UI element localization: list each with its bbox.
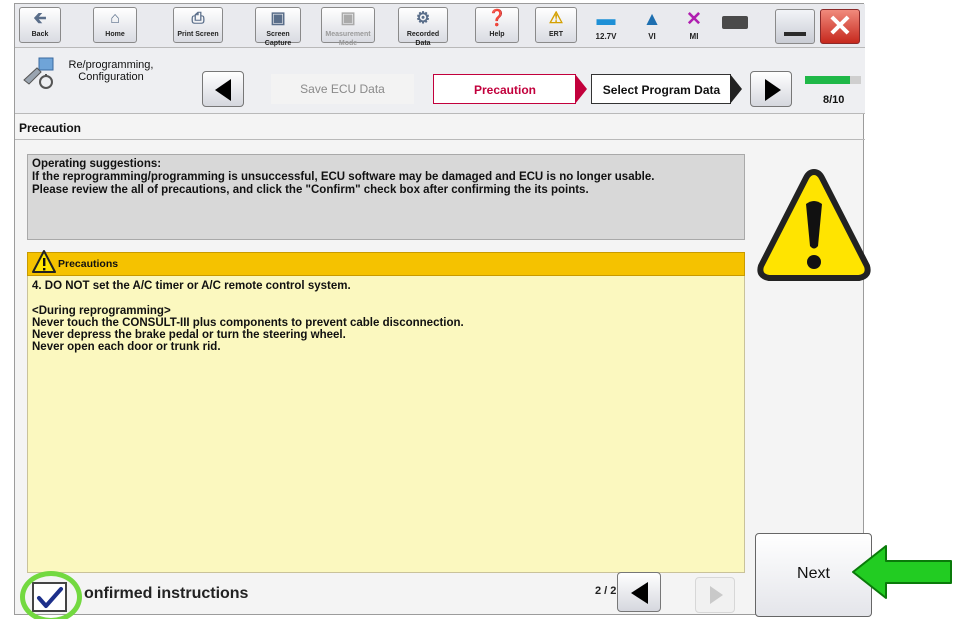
- precaution-section: <During reprogramming>: [32, 305, 171, 317]
- progress-text: 8/10: [823, 94, 845, 106]
- precaution-line: Never touch the CONSULT-III plus compone…: [32, 317, 464, 329]
- help-icon: ❓: [487, 10, 507, 27]
- confirm-label: onfirmed instructions: [84, 585, 249, 602]
- step-next-tip: [730, 74, 742, 104]
- battery-icon: [722, 16, 748, 29]
- divider: [15, 139, 865, 140]
- step-save-ecu-data: Save ECU Data: [271, 74, 414, 104]
- camera-icon: ▣: [270, 10, 286, 27]
- arrow-right-icon: [710, 586, 723, 604]
- suggestions-line-2: Please review the all of precautions, an…: [32, 184, 589, 196]
- arrow-left-icon: [215, 79, 231, 101]
- battery-voltage-status: ▬ 12.7V: [589, 8, 623, 42]
- operating-suggestions: Operating suggestions: If the reprogramm…: [27, 154, 745, 240]
- warning-small-icon: [32, 250, 56, 273]
- suggestions-heading: Operating suggestions:: [32, 158, 162, 170]
- progress-bar: [805, 76, 861, 84]
- precaution-line: Never open each door or trunk rid.: [32, 341, 221, 353]
- warning-icon: ⚠: [548, 10, 564, 27]
- car-icon: ▬: [596, 9, 616, 30]
- close-button[interactable]: ✕: [820, 9, 860, 44]
- highlight-ring: [20, 571, 82, 619]
- help-button[interactable]: ❓ Help: [475, 7, 519, 43]
- ert-button[interactable]: ⚠ ERT: [535, 7, 577, 43]
- back-arrow-icon: 🡰: [33, 10, 47, 27]
- minimize-button[interactable]: [775, 9, 815, 44]
- signal-icon: ▲: [642, 9, 662, 30]
- step-precaution: Precaution: [433, 74, 576, 104]
- precaution-line: Never depress the brake pedal or turn th…: [32, 329, 346, 341]
- arrow-right-icon: [765, 79, 781, 101]
- page-prev-button[interactable]: [617, 572, 661, 612]
- warning-triangle-icon: [757, 169, 871, 281]
- pointer-arrow-icon: [852, 545, 952, 599]
- disconnected-x-icon: ✕: [686, 9, 702, 30]
- precautions-header: Precautions: [27, 250, 745, 276]
- precautions-body: 4. DO NOT set the A/C timer or A/C remot…: [27, 276, 745, 573]
- back-button[interactable]: 🡰 Back: [19, 7, 61, 43]
- measurement-mode-button[interactable]: ▣ Measurement Mode: [321, 7, 375, 47]
- page-next-button[interactable]: [695, 577, 735, 613]
- arrow-left-icon: [631, 582, 648, 604]
- reprogramming-icon: [23, 57, 54, 89]
- recorded-data-icon: ⚙: [415, 10, 431, 27]
- progress-fill: [805, 76, 850, 84]
- screen-capture-button[interactable]: ▣ Screen Capture: [255, 7, 301, 47]
- vi-status: ▲ VI: [635, 8, 669, 42]
- step-back-button[interactable]: [202, 71, 244, 107]
- step-select-program-data: Select Program Data: [591, 74, 731, 104]
- minimize-icon: [784, 32, 806, 36]
- recorded-data-button[interactable]: ⚙ Recorded Data: [398, 7, 448, 47]
- mi-status: ✕ MI: [677, 8, 711, 42]
- precautions-header-label: Precautions: [58, 258, 119, 270]
- page-title: Precaution: [19, 121, 82, 135]
- step-forward-button[interactable]: [750, 71, 792, 107]
- measurement-icon: ▣: [340, 10, 356, 27]
- home-icon: ⌂: [110, 10, 120, 27]
- print-screen-button[interactable]: ⎙ Print Screen: [173, 7, 223, 43]
- printer-icon: ⎙: [191, 10, 205, 27]
- precaution-item: 4. DO NOT set the A/C timer or A/C remot…: [32, 280, 351, 292]
- app-window: 🡰 Back ⌂ Home ⎙ Print Screen ▣ Screen Ca…: [14, 3, 872, 619]
- close-icon: ✕: [827, 10, 853, 43]
- step-precaution-tip: [575, 74, 587, 104]
- step-progress: 8/10: [805, 76, 865, 121]
- toolbar: 🡰 Back ⌂ Home ⎙ Print Screen ▣ Screen Ca…: [15, 4, 865, 48]
- home-button[interactable]: ⌂ Home: [93, 7, 137, 43]
- suggestions-line-1: If the reprogramming/programming is unsu…: [32, 171, 655, 183]
- page-count: 2 / 2: [595, 585, 617, 597]
- mode-label: Re/programming, Configuration: [68, 59, 154, 83]
